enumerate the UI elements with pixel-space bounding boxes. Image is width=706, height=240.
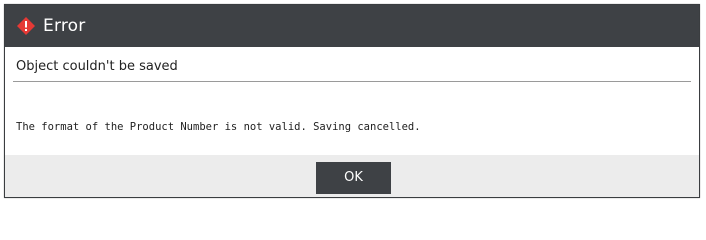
error-diamond-icon [16,16,36,36]
error-message: The format of the Product Number is not … [16,121,421,133]
error-dialog: Error Object couldn't be saved The forma… [4,4,700,198]
ok-button[interactable]: OK [316,162,391,194]
dialog-heading: Object couldn't be saved [16,59,178,74]
dialog-footer: OK [5,155,699,197]
dialog-titlebar: Error [5,5,699,47]
dialog-title: Error [43,16,86,36]
heading-divider [13,81,691,82]
